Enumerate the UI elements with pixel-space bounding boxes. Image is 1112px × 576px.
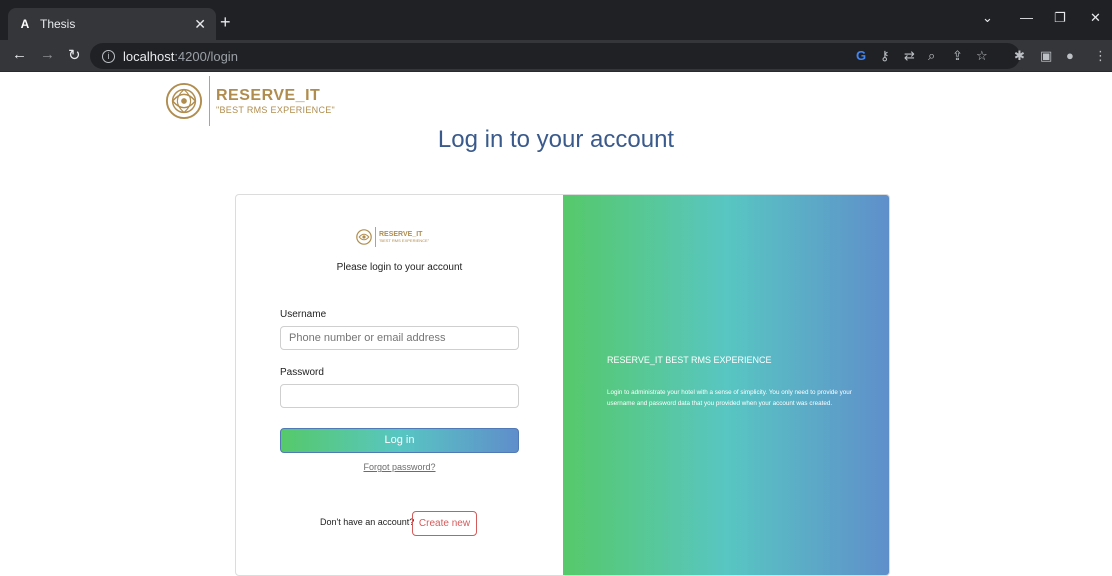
login-button[interactable]: Log in xyxy=(280,428,519,453)
url-host: localhost xyxy=(123,48,175,64)
extensions-icon[interactable]: ✱ xyxy=(1014,48,1025,64)
brand-name: RESERVE_IT xyxy=(216,87,321,104)
back-icon[interactable]: ← xyxy=(12,46,27,63)
browser-tab[interactable]: A Thesis ✕ xyxy=(8,8,216,40)
share-icon[interactable]: ⇪ xyxy=(952,48,963,64)
profile-icon[interactable]: ● xyxy=(1066,48,1074,63)
card-brand-tagline: "BEST RMS EXPERIENCE" xyxy=(379,238,430,243)
page-title: Log in to your account xyxy=(437,126,675,153)
minimize-icon[interactable]: — xyxy=(1020,10,1033,25)
brand-emblem-icon xyxy=(165,82,203,120)
tab-search-icon[interactable]: ⌄ xyxy=(982,10,993,26)
info-icon[interactable]: i xyxy=(102,49,115,63)
brand-emblem-icon xyxy=(356,229,372,245)
login-form-panel: RESERVE_IT "BEST RMS EXPERIENCE" Please … xyxy=(236,195,563,575)
card-brand-divider xyxy=(375,227,376,247)
tab-title: Thesis xyxy=(40,17,76,31)
brand-divider xyxy=(209,76,210,126)
promo-panel: RESERVE_IT BEST RMS EXPERIENCE Login to … xyxy=(563,195,889,575)
username-input[interactable] xyxy=(280,326,519,350)
key-icon[interactable]: ⚷ xyxy=(880,48,890,64)
browser-toolbar: ← → ↻ i localhost :4200/login G ⚷ ⇄ ⌕ ⇪ … xyxy=(0,40,1112,72)
password-label: Password xyxy=(280,367,324,378)
close-window-icon[interactable]: ✕ xyxy=(1090,10,1101,26)
zoom-icon[interactable]: ⌕ xyxy=(928,48,935,64)
google-icon[interactable]: G xyxy=(856,48,866,63)
promo-text: Login to administrate your hotel with a … xyxy=(607,389,852,407)
url-path: :4200/login xyxy=(174,48,238,64)
star-icon[interactable]: ☆ xyxy=(976,48,988,64)
no-account-text: Don't have an account? xyxy=(320,517,415,527)
brand-tagline: "BEST RMS EXPERIENCE" xyxy=(216,105,336,115)
promo-title: RESERVE_IT BEST RMS EXPERIENCE xyxy=(607,355,772,365)
reload-icon[interactable]: ↻ xyxy=(68,46,81,64)
login-card: RESERVE_IT "BEST RMS EXPERIENCE" Please … xyxy=(235,194,890,576)
forward-icon[interactable]: → xyxy=(40,46,55,63)
sidepanel-icon[interactable]: ▣ xyxy=(1040,48,1052,64)
password-input[interactable] xyxy=(280,384,519,408)
restore-icon[interactable]: ❐ xyxy=(1054,10,1066,26)
menu-icon[interactable]: ⋮ xyxy=(1094,48,1107,64)
create-account-button[interactable]: Create new xyxy=(412,511,477,536)
browser-titlebar: A Thesis ✕ + ⌄ — ❐ ✕ xyxy=(0,0,1112,40)
close-tab-icon[interactable]: ✕ xyxy=(194,16,206,33)
brand-logo: RESERVE_IT "BEST RMS EXPERIENCE" xyxy=(165,76,335,126)
new-tab-icon[interactable]: + xyxy=(220,12,231,33)
translate-icon[interactable]: ⇄ xyxy=(904,48,915,64)
login-prompt: Please login to your account xyxy=(336,262,463,273)
angular-favicon-icon: A xyxy=(20,17,30,31)
card-brand-logo: RESERVE_IT "BEST RMS EXPERIENCE" xyxy=(356,227,429,247)
username-label: Username xyxy=(280,309,327,320)
card-brand-name: RESERVE_IT xyxy=(379,231,423,238)
forgot-password-link[interactable]: Forgot password? xyxy=(236,462,563,472)
